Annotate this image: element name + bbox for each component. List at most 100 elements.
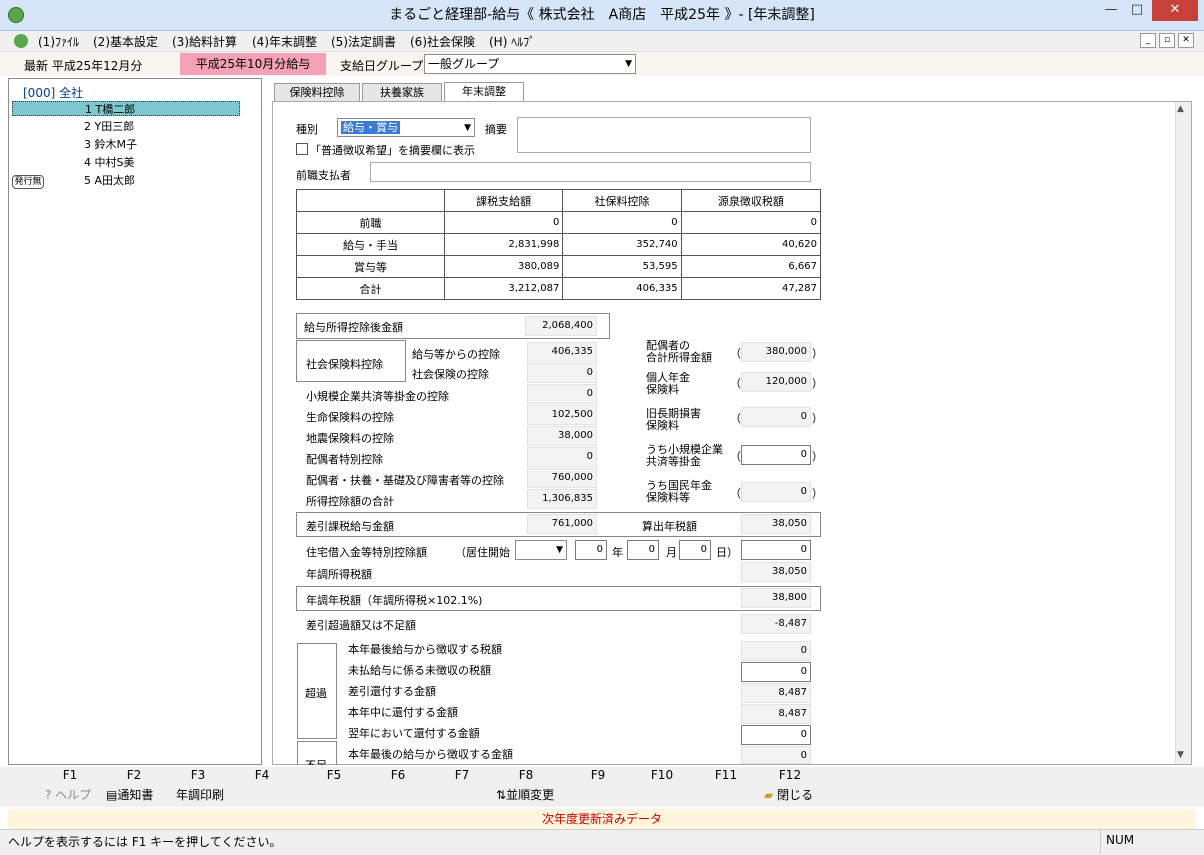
employee-item[interactable]: 3 鈴木M子 [12,137,240,152]
deduction-value: 1,306,835 [527,489,597,509]
maximize-button[interactable]: □ [1124,0,1150,21]
sort-order-button[interactable]: ⇅並順変更 [496,786,554,803]
cell: 2,831,998 [443,233,564,256]
checkbox-label: 「普通徴収希望」を摘要欄に表示 [310,144,475,157]
close-window-button[interactable]: ✕ [1152,0,1198,21]
deduction-value: 0 [527,447,597,467]
tab-dependents[interactable]: 扶養家族 [362,83,442,101]
menu-file[interactable]: (1)ﾌｧｲﾙ [38,33,79,50]
excess-item-label: 本年中に還付する金額 [348,706,458,719]
excess-item-value: 8,487 [741,704,811,724]
diff-value: -8,487 [741,614,811,634]
mdi-restore-button[interactable]: ▫ [1159,33,1175,48]
annual-income-tax-value: 38,050 [741,562,811,582]
menu-social-insurance[interactable]: (6)社会保険 [410,33,475,50]
housing-value[interactable]: 0 [741,540,811,560]
scroll-down-icon[interactable]: ▼ [1177,750,1184,760]
employee-number: 2 [84,120,91,133]
cell[interactable]: 0 [562,211,682,234]
chevron-down-icon: ▼ [464,123,471,133]
tree-root[interactable]: [000] 全社 [23,84,83,101]
year-end-print-button[interactable]: 年調印刷 [176,786,224,803]
employee-item[interactable]: 5 A田太郎 [12,173,240,188]
menu-legal-reports[interactable]: (5)法定調書 [331,33,396,50]
scroll-up-icon[interactable]: ▲ [1177,104,1184,114]
employee-item[interactable]: 1 T橋二郎 [12,101,240,116]
cell[interactable]: 0 [680,211,822,234]
row-label: 給与・手当 [296,233,445,256]
right-value: 120,000 [741,372,811,392]
deduction-value: 38,000 [527,426,597,446]
vertical-scrollbar[interactable] [1175,102,1191,764]
calc-tax-label: 算出年税額 [642,520,697,533]
employee-number: 3 [84,138,91,151]
right-input[interactable]: 0 [741,445,811,465]
menu-year-end[interactable]: (4)年末調整 [252,33,317,50]
menu-help[interactable]: (H) ﾍﾙﾌﾟ [489,33,535,50]
mdi-minimize-button[interactable]: _ [1140,33,1156,48]
sort-icon: ⇅ [496,788,507,802]
income-summary-table: 課税支給額 社保料控除 源泉徴収税額 前職 0 0 0 給与・手当 2,831,… [296,189,822,300]
folder-icon: ▰ [764,788,774,802]
prev-payer-input[interactable] [370,162,811,182]
housing-day-input[interactable]: 0 [679,540,711,560]
housing-year-input[interactable]: 0 [575,540,607,560]
window-title: まるごと経理部-給与《 株式会社 A商店 平成25年 》- [年末調整] [389,7,815,23]
paren-open: （ [730,347,741,360]
pay-group-label: 支給日グループ [340,59,424,73]
tab-year-end[interactable]: 年末調整 [444,82,524,102]
paren-open: （ [730,487,741,500]
table-row: 前職 0 0 0 [296,211,822,234]
era-select[interactable]: ▼ [515,540,567,560]
deduction-label: 小規模企業共済等掛金の控除 [306,390,449,403]
memo-label: 摘要 [485,123,507,136]
cell: 406,335 [562,277,682,300]
employee-item[interactable]: 2 Y田三郎 [12,119,240,134]
paren-close: ） [812,412,823,425]
mdi-close-button[interactable]: ✕ [1178,33,1194,48]
pay-group-select[interactable]: 一般グループ ▼ [424,54,636,74]
employee-item[interactable]: 4 中村S美 [12,155,240,170]
menu-payroll[interactable]: (3)給料計算 [172,33,237,50]
help-button[interactable]: ? ヘルプ [45,786,91,803]
table-row: 合計 3,212,087 406,335 47,287 [296,277,822,300]
employee-name: 中村S美 [94,156,135,169]
after-deduction-value: 2,068,400 [525,316,597,336]
sort-label: 並順変更 [506,788,555,802]
row-label: 合計 [296,277,445,300]
notice-button[interactable]: ▤通知書 [106,786,153,803]
cell[interactable]: 0 [443,211,564,234]
fkey-label: F11 [714,768,738,782]
right-label: 配偶者の 合計所得金額 [646,340,712,364]
fkey-label: F6 [390,768,406,782]
current-month-badge: 平成25年10月分給与 [180,53,326,75]
doc-icon[interactable] [14,34,28,48]
close-button[interactable]: ▰ 閉じる [764,786,813,803]
excess-item-value: 0 [741,641,811,661]
right-label: 個人年金 保険料 [646,372,690,396]
excess-item-input[interactable]: 0 [741,725,811,745]
fkey-label: F8 [518,768,534,782]
housing-month-input[interactable]: 0 [627,540,659,560]
year-unit: 年 [612,546,623,559]
right-label-line2: 保険料 [646,419,679,432]
excess-item-input[interactable]: 0 [741,662,811,682]
employee-name: T橋二郎 [95,103,136,116]
tab-insurance-deduction[interactable]: 保険料控除 [274,83,360,101]
right-label: うち小規模企業 共済等掛金 [646,444,723,468]
fkey-label: F12 [778,768,802,782]
paren-open: （ [730,450,741,463]
minimize-button[interactable]: — [1098,0,1124,21]
checkbox-normal-collection[interactable] [296,143,308,155]
kind-select[interactable]: 給与・賞与 ▼ [337,118,475,137]
col-withholding: 源泉徴収税額 [680,189,822,212]
right-label: 旧長期損害 保険料 [646,408,701,432]
paren-close: ） [812,450,823,463]
memo-textarea[interactable] [517,117,811,153]
deduction-label: 生命保険料の控除 [306,411,394,424]
housing-start-label: （居住開始 [455,546,510,559]
document-icon: ▤ [106,788,118,802]
paren-open: （ [730,412,741,425]
annual-income-tax-label: 年調所得税額 [306,568,372,581]
menu-basic-settings[interactable]: (2)基本設定 [93,33,158,50]
